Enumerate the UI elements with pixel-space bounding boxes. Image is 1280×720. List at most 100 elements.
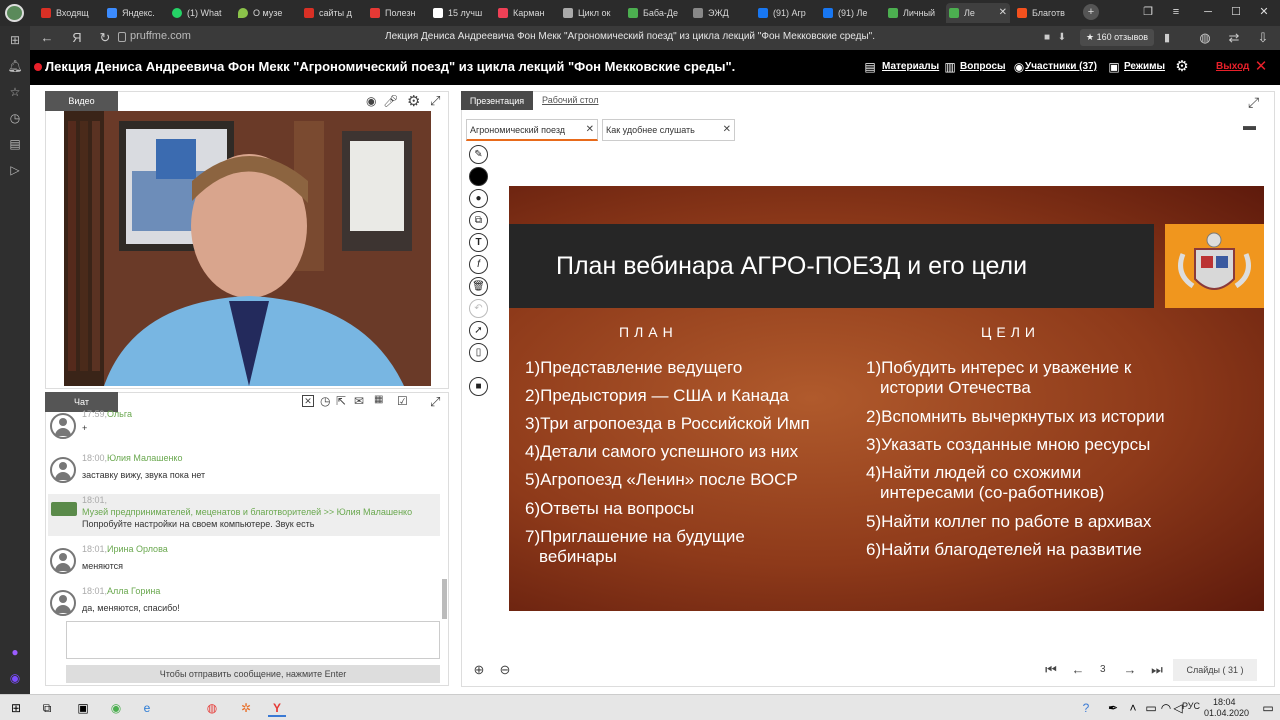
browser-tab[interactable]: (1) What (169, 3, 232, 23)
brush-size-icon[interactable]: ● (469, 189, 488, 208)
pencil-icon[interactable]: ✎ (469, 145, 488, 164)
browser-tab[interactable]: (91) Ле (820, 3, 883, 23)
close-icon[interactable]: ✕ (586, 120, 594, 140)
browser-tab[interactable]: Полезн (367, 3, 430, 23)
video-tab[interactable]: Видео (45, 91, 118, 111)
notes-icon[interactable]: ▤ (7, 136, 23, 152)
pen-icon[interactable]: ✒ (1104, 699, 1122, 717)
modes-button[interactable]: Режимы (1124, 61, 1165, 72)
current-slide-number[interactable]: 3 (1100, 661, 1106, 679)
browser-logo-icon[interactable] (5, 4, 24, 22)
browser-tab[interactable]: (91) Агр (755, 3, 818, 23)
clock-date[interactable]: 01.04.2020 (1204, 708, 1249, 718)
window-close-icon[interactable]: ✕ (1256, 4, 1272, 20)
expand-chat-icon[interactable]: ⤢ (430, 394, 440, 410)
browser-tab[interactable]: Цикл ок (560, 3, 623, 23)
tray-arrow-icon[interactable]: ˄ (1124, 699, 1142, 717)
excel-icon[interactable]: ▦ (374, 394, 383, 405)
utorrent-icon[interactable]: ◉ (107, 699, 125, 717)
url-field[interactable]: pruffme.com (130, 30, 191, 42)
browser-tab[interactable]: Благотв (1014, 3, 1077, 23)
mail-icon[interactable]: ✉ (354, 394, 364, 408)
chat-author[interactable]: Ирина Орлова (107, 544, 168, 554)
export-icon[interactable]: ⇱ (336, 394, 346, 408)
browser-tab[interactable]: ЭЖД (690, 3, 753, 23)
download-icon[interactable]: ⬇ (1053, 29, 1071, 47)
video-camera-icon[interactable]: ■ (469, 377, 488, 396)
text-icon[interactable]: T (469, 233, 488, 252)
browser-tab[interactable]: Баба-Де (625, 3, 688, 23)
new-tab-button[interactable]: + (1083, 4, 1099, 20)
eye-icon[interactable]: ◉ (1012, 60, 1026, 74)
chrome-icon[interactable]: ◍ (203, 699, 221, 717)
yandex-home-icon[interactable]: Я (68, 29, 86, 47)
minimize-icon[interactable]: ─ (1200, 4, 1216, 20)
chat-author[interactable]: Юлия Малашенко (107, 453, 182, 463)
zoom-out-icon[interactable]: ⊖ (496, 661, 514, 679)
globe-icon[interactable]: ◍ (1196, 29, 1214, 47)
chat-input[interactable] (66, 621, 440, 659)
bookmark-icon[interactable]: ▮ (1158, 29, 1176, 47)
tab-manager-icon[interactable]: ❐ (1140, 4, 1156, 20)
fullscreen-icon[interactable]: ⤢ (1248, 94, 1259, 111)
checkbox-icon[interactable]: ☑ (397, 394, 408, 408)
chat-scrollbar[interactable] (442, 579, 447, 619)
download-manager-icon[interactable]: ⇩ (1254, 29, 1272, 47)
reload-icon[interactable]: ↻ (96, 29, 114, 47)
color-picker-icon[interactable] (469, 167, 488, 186)
browser-tab[interactable]: О музе (235, 3, 298, 23)
browser-tab[interactable]: Личный (885, 3, 948, 23)
last-slide-icon[interactable]: ⏭ (1148, 661, 1166, 679)
task-view-icon[interactable]: ⧉ (38, 699, 56, 717)
maximize-icon[interactable]: ☐ (1228, 4, 1244, 20)
shapes-icon[interactable]: ⧉ (469, 211, 488, 230)
yandex-browser-icon[interactable]: Y (268, 699, 286, 717)
trash-icon[interactable]: 🗑︎ (469, 277, 488, 296)
gear-icon[interactable]: ⚙ (1175, 59, 1189, 74)
keyboard-language[interactable]: РУС (1182, 701, 1200, 711)
chat-author[interactable]: Музей предпринимателей, меценатов и благ… (82, 507, 412, 517)
file-tab-active[interactable]: Агрономический поезд ✕ (466, 119, 598, 141)
edge-icon[interactable]: e (138, 699, 156, 717)
store-icon[interactable]: ▣ (74, 699, 92, 717)
exit-close-icon[interactable]: ✕ (1254, 59, 1268, 74)
grid-icon[interactable]: ⊞ (7, 32, 23, 48)
close-chat-icon[interactable]: ✕ (302, 395, 314, 407)
browser-tab[interactable]: 15 лучш (430, 3, 493, 23)
close-icon[interactable]: ✕ (999, 3, 1007, 23)
play-icon[interactable]: ▷ (7, 162, 23, 178)
browser-tab[interactable]: сайты д (301, 3, 364, 23)
formula-icon[interactable]: f (469, 255, 488, 274)
modes-icon[interactable]: ▣ (1107, 60, 1121, 74)
assistant-icon[interactable]: ◉ (7, 670, 23, 686)
extension-icon[interactable]: ⇄ (1225, 29, 1243, 47)
tab-presentation[interactable]: Презентация (461, 91, 533, 110)
reviews-badge[interactable]: ★ 160 отзывов (1080, 29, 1155, 46)
clock-icon[interactable]: ◷ (320, 394, 330, 408)
browser-tab[interactable]: Входящ (38, 3, 101, 23)
next-slide-icon[interactable]: → (1121, 661, 1139, 679)
chat-author[interactable]: Ольга (107, 409, 132, 419)
tab-desktop[interactable]: Рабочий стол (542, 95, 599, 105)
first-slide-icon[interactable]: ⏮ (1042, 661, 1060, 679)
pointer-icon[interactable]: ➚ (469, 321, 488, 340)
browser-tab-active[interactable]: Ле ✕ (946, 3, 1010, 23)
clock-time[interactable]: 18:04 (1213, 697, 1236, 707)
alice-icon[interactable]: ● (7, 644, 23, 660)
microphone-icon[interactable]: 🎤︎ (383, 94, 398, 108)
help-icon[interactable]: ? (1077, 699, 1095, 717)
file-tab[interactable]: Как удобнее слушать ✕ (602, 119, 735, 141)
participants-button[interactable]: Участники (37) (1025, 61, 1097, 72)
webcam-icon[interactable]: ◉ (366, 94, 376, 108)
menu-icon[interactable]: ≡ (1168, 4, 1184, 20)
questions-button[interactable]: Вопросы (960, 61, 1006, 72)
windows-start-icon[interactable]: ⊞ (7, 699, 25, 717)
back-icon[interactable]: ← (38, 29, 56, 47)
settings-icon[interactable]: ⚙ (407, 92, 420, 110)
history-icon[interactable]: ◷ (7, 110, 23, 126)
materials-button[interactable]: Материалы (882, 61, 939, 72)
browser-tab[interactable]: Яндекс. (104, 3, 167, 23)
folder-icon[interactable]: ▬ (1243, 118, 1256, 133)
exit-button[interactable]: Выход (1216, 61, 1249, 72)
page-icon[interactable]: ▯ (469, 343, 488, 362)
